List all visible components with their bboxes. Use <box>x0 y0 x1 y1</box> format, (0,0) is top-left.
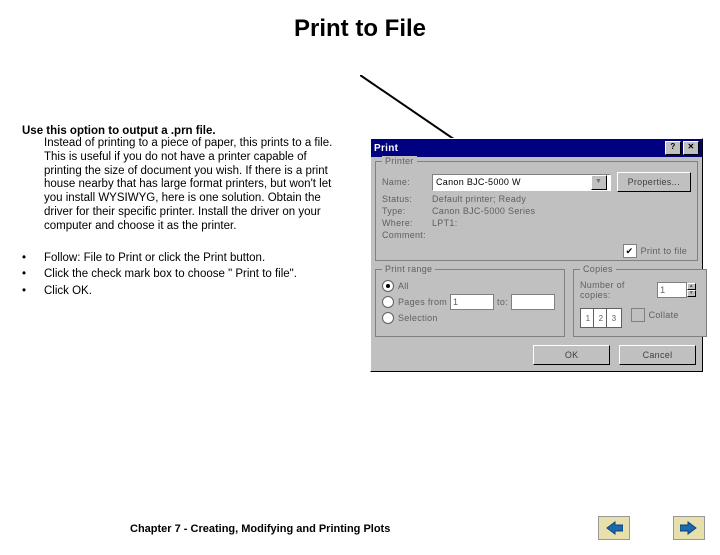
radio-selection <box>382 312 394 324</box>
dialog-titlebar: Print ? ✕ <box>371 139 702 157</box>
printer-select-value: Canon BJC-5000 W <box>436 177 521 187</box>
printer-select[interactable]: Canon BJC-5000 W ▼ <box>432 174 611 191</box>
instruction-item: Click OK. <box>22 285 347 299</box>
page-title: Print to File <box>0 15 720 43</box>
next-icon <box>680 521 698 535</box>
type-value: Canon BJC-5000 Series <box>432 206 535 216</box>
chevron-down-icon: ▼ <box>591 175 607 190</box>
dialog-title: Print <box>374 143 398 154</box>
print-range-group: Print range All Pages from 1 to: Selecti… <box>375 269 565 337</box>
status-value: Default printer; Ready <box>432 194 526 204</box>
lead-heading: Use this option to output a .prn file. <box>22 125 347 137</box>
cancel-button[interactable]: Cancel <box>619 345 696 365</box>
type-label: Type: <box>382 206 432 216</box>
collate-label: Collate <box>649 310 679 320</box>
instruction-item: Click the check mark box to choose " Pri… <box>22 268 347 282</box>
range-legend: Print range <box>382 264 435 274</box>
from-input[interactable]: 1 <box>450 294 494 310</box>
copies-spinner[interactable]: ▲▼ <box>687 283 696 297</box>
where-label: Where: <box>382 218 432 228</box>
status-label: Status: <box>382 194 432 204</box>
print-dialog: Print ? ✕ Printer Name: Canon BJC-5000 W… <box>370 138 703 372</box>
nav-next-button[interactable] <box>673 516 705 540</box>
footer-text: Chapter 7 - Creating, Modifying and Prin… <box>130 523 390 535</box>
name-label: Name: <box>382 177 432 187</box>
printer-legend: Printer <box>382 156 417 166</box>
to-input[interactable] <box>511 294 555 310</box>
radio-pages[interactable] <box>382 296 394 308</box>
nav-prev-button[interactable] <box>598 516 630 540</box>
collate-checkbox[interactable] <box>631 308 645 322</box>
lead-body: Instead of printing to a piece of paper,… <box>44 137 347 234</box>
instruction-item: Follow: File to Print or click the Print… <box>22 252 347 266</box>
close-button[interactable]: ✕ <box>683 141 699 155</box>
copies-group: Copies Number of copies: 1 ▲▼ 1 2 3 Coll… <box>573 269 707 337</box>
printer-group: Printer Name: Canon BJC-5000 W ▼ Propert… <box>375 161 698 261</box>
instruction-list: Follow: File to Print or click the Print… <box>22 252 347 299</box>
print-to-file-checkbox[interactable]: ✔ <box>623 244 637 258</box>
body-text: Use this option to output a .prn file. I… <box>22 125 347 302</box>
range-selection: Selection <box>382 312 558 324</box>
help-button[interactable]: ? <box>665 141 681 155</box>
range-pages[interactable]: Pages from 1 to: <box>382 294 558 310</box>
prev-icon <box>605 521 623 535</box>
dialog-actions: OK Cancel <box>371 341 702 371</box>
range-all[interactable]: All <box>382 280 558 292</box>
collate-icon: 1 2 3 <box>580 308 625 328</box>
radio-all[interactable] <box>382 280 394 292</box>
ok-button[interactable]: OK <box>533 345 610 365</box>
print-to-file-option[interactable]: ✔ Print to file <box>623 244 687 258</box>
copies-legend: Copies <box>580 264 616 274</box>
num-copies-label: Number of copies: <box>580 280 651 300</box>
print-to-file-label: Print to file <box>641 246 687 256</box>
comment-label: Comment: <box>382 230 432 240</box>
where-value: LPT1: <box>432 218 458 228</box>
copies-input[interactable]: 1 <box>657 282 687 298</box>
properties-button[interactable]: Properties... <box>617 172 691 192</box>
